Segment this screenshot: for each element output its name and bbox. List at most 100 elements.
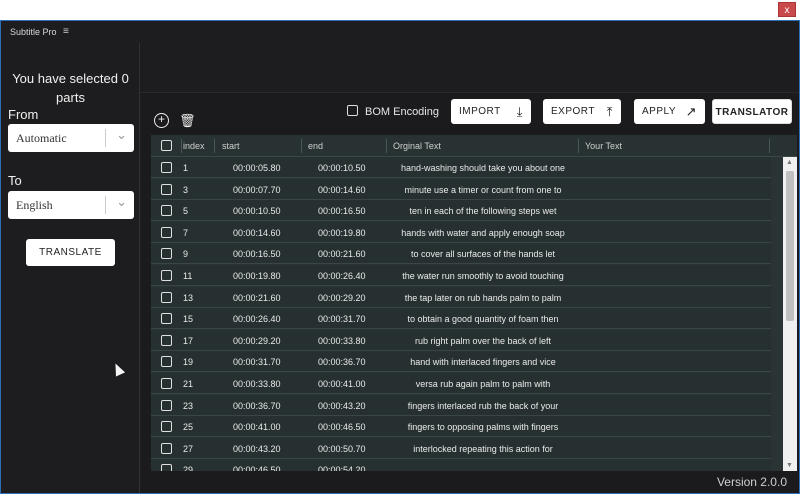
cell-start[interactable]: 00:00:31.70 <box>233 357 281 367</box>
row-checkbox[interactable] <box>161 442 172 454</box>
from-select[interactable]: Automatic ⌄ <box>8 124 134 152</box>
cell-end[interactable]: 00:00:36.70 <box>318 357 366 367</box>
vertical-scrollbar[interactable]: ▲ ▼ <box>783 157 797 471</box>
cell-original-text[interactable]: to obtain a good quantity of foam then <box>387 314 579 324</box>
cell-end[interactable]: 00:00:41.00 <box>318 379 366 389</box>
scroll-up-icon[interactable]: ▲ <box>786 159 793 166</box>
import-button[interactable]: IMPORT ⤓ <box>451 99 531 124</box>
cell-end[interactable]: 00:00:19.80 <box>318 228 366 238</box>
cell-start[interactable]: 00:00:26.40 <box>233 314 281 324</box>
cell-start[interactable]: 00:00:41.00 <box>233 422 281 432</box>
table-row[interactable]: 11 00:00:19.80 00:00:26.40 the water run sm… <box>151 265 771 286</box>
cell-end[interactable]: 00:00:43.20 <box>318 401 366 411</box>
table-row[interactable]: 21 00:00:33.80 00:00:41.00 versa rub again … <box>151 373 771 394</box>
table-row[interactable]: 1 00:00:05.80 00:00:10.50 hand-washing shou… <box>151 157 771 178</box>
table-row[interactable]: 13 00:00:21.60 00:00:29.20 the tap later on… <box>151 286 771 308</box>
add-circle-icon[interactable]: + <box>154 113 169 128</box>
row-checkbox[interactable] <box>161 205 172 217</box>
cell-index: 15 <box>183 314 194 325</box>
row-checkbox[interactable] <box>161 464 172 471</box>
cell-start[interactable]: 00:00:46.50 <box>233 465 281 471</box>
cell-original-text[interactable]: ten in each of the following steps wet <box>387 206 579 216</box>
cell-original-text[interactable]: the tap later on rub hands palm to palm <box>387 293 579 303</box>
row-checkbox[interactable] <box>161 270 172 281</box>
cell-original-text[interactable]: fingers to opposing palms with fingers <box>387 422 579 432</box>
table-row[interactable]: 23 00:00:36.70 00:00:43.20 fingers interlac… <box>151 394 771 416</box>
table-row[interactable]: 17 00:00:29.20 00:00:33.80 rub right palm o… <box>151 329 771 351</box>
export-button[interactable]: EXPORT ⤒ <box>543 99 621 124</box>
cell-end[interactable]: 00:00:10.50 <box>318 163 366 173</box>
table-row[interactable]: 15 00:00:26.40 00:00:31.70 to obtain a good… <box>151 308 771 330</box>
cell-end[interactable]: 00:00:46.50 <box>318 422 366 432</box>
cell-end[interactable]: 00:00:14.60 <box>318 185 366 195</box>
cell-start[interactable]: 00:00:07.70 <box>233 185 281 195</box>
to-select[interactable]: English ⌄ <box>8 191 134 219</box>
row-checkbox[interactable] <box>161 334 172 346</box>
cell-end[interactable]: 00:00:54.20 <box>318 465 366 471</box>
cell-start[interactable]: 00:00:43.20 <box>233 444 281 454</box>
row-checkbox[interactable] <box>161 356 172 368</box>
row-checkbox[interactable] <box>161 291 172 303</box>
close-button[interactable]: x <box>778 2 796 17</box>
row-checkbox[interactable] <box>161 399 172 411</box>
row-checkbox[interactable] <box>161 248 172 260</box>
to-label: To <box>8 173 22 188</box>
row-checkbox[interactable] <box>161 313 172 325</box>
trash-icon[interactable]: 🗑 <box>179 113 196 129</box>
scroll-down-icon[interactable]: ▼ <box>786 462 793 469</box>
cell-end[interactable]: 00:00:16.50 <box>318 206 366 216</box>
header-end[interactable]: end <box>308 141 323 151</box>
cell-start[interactable]: 00:00:05.80 <box>233 163 281 173</box>
table-row[interactable]: 25 00:00:41.00 00:00:46.50 fingers to oppos… <box>151 416 771 438</box>
header-index[interactable]: index <box>183 141 205 151</box>
apply-button[interactable]: APPLY ↗ <box>634 99 705 124</box>
table-row[interactable]: 27 00:00:43.20 00:00:50.70 interlocked repe… <box>151 437 771 459</box>
table-row[interactable]: 19 00:00:31.70 00:00:36.70 hand with interl… <box>151 351 771 373</box>
cell-original-text[interactable]: hands with water and apply enough soap <box>387 228 579 238</box>
cell-original-text[interactable]: hand with interlaced fingers and vice <box>387 357 579 367</box>
cell-start[interactable]: 00:00:21.60 <box>233 293 281 303</box>
cell-original-text[interactable]: the water run smoothly to avoid touching <box>387 271 579 281</box>
cell-end[interactable]: 00:00:33.80 <box>318 336 366 346</box>
bom-encoding-checkbox[interactable]: BOM Encoding <box>347 105 439 118</box>
cell-end[interactable]: 00:00:29.20 <box>318 293 366 303</box>
table-row[interactable]: 29 00:00:46.50 00:00:54.20 <box>151 459 771 471</box>
cell-original-text[interactable]: fingers interlaced rub the back of your <box>387 401 579 411</box>
header-your-text[interactable]: Your Text <box>585 141 622 151</box>
row-checkbox[interactable] <box>161 183 172 195</box>
cell-start[interactable]: 00:00:19.80 <box>233 271 281 281</box>
cell-end[interactable]: 00:00:31.70 <box>318 314 366 324</box>
cell-start[interactable]: 00:00:14.60 <box>233 228 281 238</box>
cell-end[interactable]: 00:00:26.40 <box>318 271 366 281</box>
header-start[interactable]: start <box>222 141 240 151</box>
table-row[interactable]: 9 00:00:16.50 00:00:21.60 to cover all surf… <box>151 243 771 265</box>
translate-button[interactable]: TRANSLATE <box>26 239 115 266</box>
cell-original-text[interactable]: minute use a timer or count from one to <box>387 185 579 195</box>
menu-icon[interactable]: ≡ <box>63 26 69 37</box>
cell-end[interactable]: 00:00:50.70 <box>318 444 366 454</box>
cell-original-text[interactable]: versa rub again palm to palm with <box>387 379 579 389</box>
table-row[interactable]: 3 00:00:07.70 00:00:14.60 minute use a time… <box>151 178 771 200</box>
cell-original-text[interactable]: hand-washing should take you about one <box>387 163 579 173</box>
cell-index: 29 <box>183 465 194 471</box>
table-row[interactable]: 5 00:00:10.50 00:00:16.50 ten in each of th… <box>151 200 771 222</box>
cell-start[interactable]: 00:00:10.50 <box>233 206 281 216</box>
cell-start[interactable]: 00:00:36.70 <box>233 401 281 411</box>
cell-start[interactable]: 00:00:16.50 <box>233 249 281 259</box>
cell-original-text[interactable]: rub right palm over the back of left <box>387 336 579 346</box>
row-checkbox[interactable] <box>161 421 172 433</box>
header-original-text[interactable]: Orginal Text <box>393 141 441 151</box>
select-all-checkbox[interactable] <box>161 140 172 151</box>
app-title: Subtitle Pro <box>10 27 57 37</box>
table-row[interactable]: 7 00:00:14.60 00:00:19.80 hands with water … <box>151 221 771 243</box>
row-checkbox[interactable] <box>161 378 172 389</box>
translator-button[interactable]: TRANSLATOR <box>712 99 792 124</box>
cell-start[interactable]: 00:00:29.20 <box>233 336 281 346</box>
row-checkbox[interactable] <box>161 226 172 238</box>
cell-start[interactable]: 00:00:33.80 <box>233 379 281 389</box>
cell-original-text[interactable]: interlocked repeating this action for <box>387 444 579 454</box>
cell-end[interactable]: 00:00:21.60 <box>318 249 366 259</box>
cell-original-text[interactable]: to cover all surfaces of the hands let <box>387 249 579 259</box>
scrollbar-thumb[interactable] <box>786 171 794 321</box>
row-checkbox[interactable] <box>161 162 172 173</box>
